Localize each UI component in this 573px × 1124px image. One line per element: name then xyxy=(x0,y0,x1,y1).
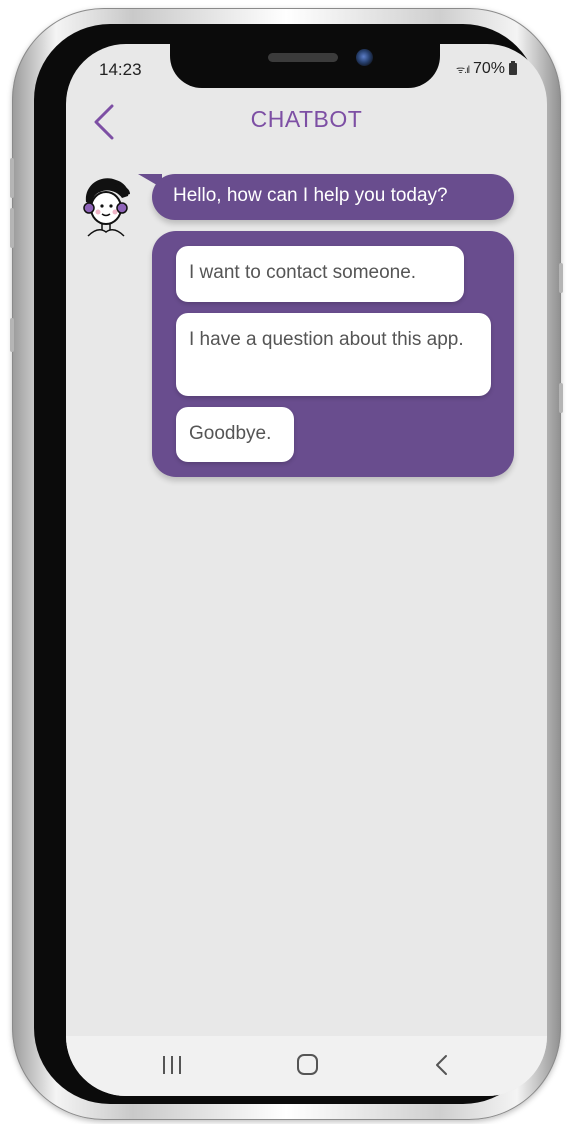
system-back-button[interactable] xyxy=(422,1050,462,1080)
phone-side-button xyxy=(10,318,14,352)
page-title: CHATBOT xyxy=(250,106,363,132)
app-header: CHATBOT xyxy=(66,96,547,146)
signal-icon: ᯤ.ıl xyxy=(456,65,470,76)
option-goodbye[interactable]: Goodbye. xyxy=(176,407,294,462)
home-button[interactable] xyxy=(287,1050,327,1080)
option-question-about-app[interactable]: I have a question about this app. xyxy=(176,313,491,396)
speaker-grille xyxy=(268,53,338,62)
back-icon xyxy=(436,1055,447,1075)
option-contact-someone[interactable]: I want to contact someone. xyxy=(176,246,464,302)
status-indicators: ᯤ.ıl 70% xyxy=(456,60,517,78)
phone-side-button xyxy=(559,263,563,293)
battery-percentage: 70% xyxy=(472,60,505,77)
front-camera xyxy=(356,49,373,66)
system-navigation-bar xyxy=(66,1036,547,1096)
bot-message-text: Hello, how can I help you today? xyxy=(173,185,448,206)
phone-screen: 14:23 ᯤ.ıl 70% CHATBOT Hello, how can I … xyxy=(66,44,547,1096)
bot-avatar-icon xyxy=(83,178,130,237)
battery-icon xyxy=(509,61,517,75)
recent-apps-button[interactable] xyxy=(152,1050,192,1080)
phone-side-button xyxy=(559,383,563,413)
reply-options-panel: I want to contact someone. I have a ques… xyxy=(152,231,514,477)
home-icon xyxy=(297,1054,318,1075)
camera-notch xyxy=(170,44,440,88)
recent-apps-icon xyxy=(163,1056,181,1074)
phone-frame: 14:23 ᯤ.ıl 70% CHATBOT Hello, how can I … xyxy=(10,8,563,1120)
bot-avatar xyxy=(78,174,134,240)
bubble-tail xyxy=(138,174,162,188)
phone-side-button xyxy=(10,208,14,248)
bot-message-bubble: Hello, how can I help you today? xyxy=(138,174,514,220)
status-time: 14:23 xyxy=(99,60,142,79)
phone-side-button xyxy=(10,158,14,198)
